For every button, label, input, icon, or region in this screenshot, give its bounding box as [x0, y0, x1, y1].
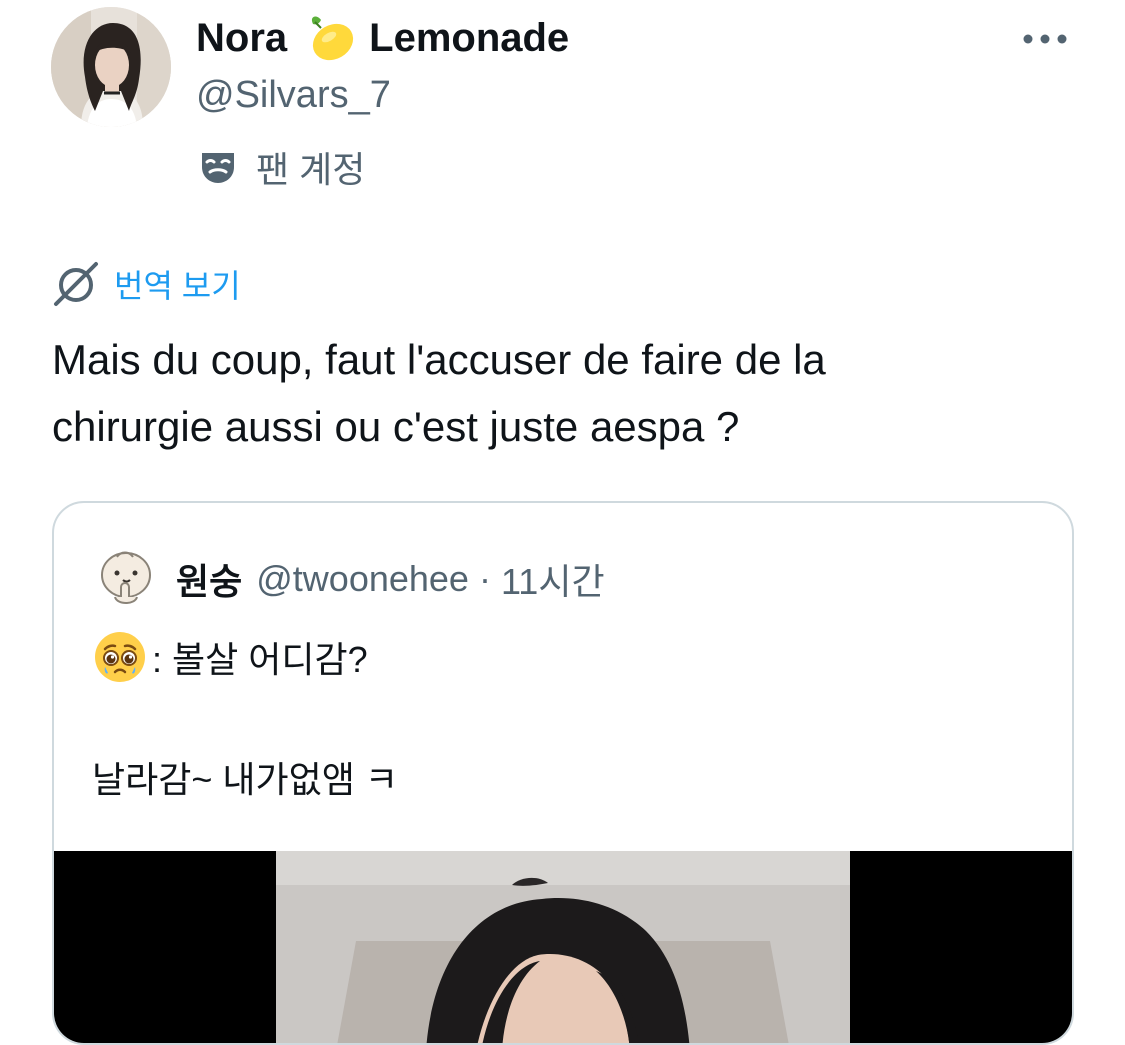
- quote-header: 원숭 @twoonehee · 11시간: [176, 551, 605, 607]
- video-thumbnail: [276, 851, 850, 1043]
- author-avatar[interactable]: [51, 7, 171, 127]
- author-handle[interactable]: @Silvars_7: [196, 74, 391, 117]
- quote-text-line: : 볼살 어디감?: [92, 629, 368, 685]
- lemon-icon: [312, 16, 354, 61]
- quote-line1-text: : 볼살 어디감?: [152, 639, 368, 680]
- translate-label: 번역 보기: [114, 268, 241, 304]
- quoted-tweet-card[interactable]: 원숭 @twoonehee · 11시간 : 볼살 어디감? 날라감~ 내가없앰…: [52, 501, 1074, 1045]
- theater-masks-icon: [202, 153, 234, 183]
- tweet-text-line: Mais du coup, faut l'accuser de faire de…: [52, 336, 826, 383]
- avatar-photo: [51, 7, 171, 127]
- author-name-first: Nora: [196, 15, 288, 60]
- more-options-button[interactable]: [1020, 24, 1070, 54]
- quote-author-handle[interactable]: @twoonehee: [256, 558, 469, 600]
- quote-text-line: 날라감~ 내가없앰 ㅋ: [92, 759, 398, 800]
- fan-account-text: 팬 계정: [256, 149, 366, 190]
- video-frame-image: [276, 851, 850, 1043]
- translate-icon: [54, 262, 98, 306]
- quote-author-avatar: [95, 547, 157, 609]
- more-options-icon: [1023, 34, 1067, 44]
- quote-separator: ·: [478, 558, 491, 599]
- author-name-last: Lemonade: [369, 15, 570, 60]
- quote-media[interactable]: [54, 851, 1072, 1043]
- fan-account-label: 팬 계정: [198, 142, 365, 192]
- author-display-name[interactable]: Nora Lemonade: [196, 12, 569, 64]
- quote-author-name[interactable]: 원숭: [176, 553, 242, 605]
- quote-avatar-image: [95, 547, 157, 609]
- translate-link[interactable]: 번역 보기: [52, 258, 241, 310]
- tweet-text: Mais du coup, faut l'accuser de faire de…: [52, 326, 1062, 460]
- quote-timestamp[interactable]: 11시간: [501, 553, 605, 605]
- pleading-face-icon: [95, 632, 145, 682]
- tweet-text-line: chirurgie aussi ou c'est juste aespa ?: [52, 403, 740, 450]
